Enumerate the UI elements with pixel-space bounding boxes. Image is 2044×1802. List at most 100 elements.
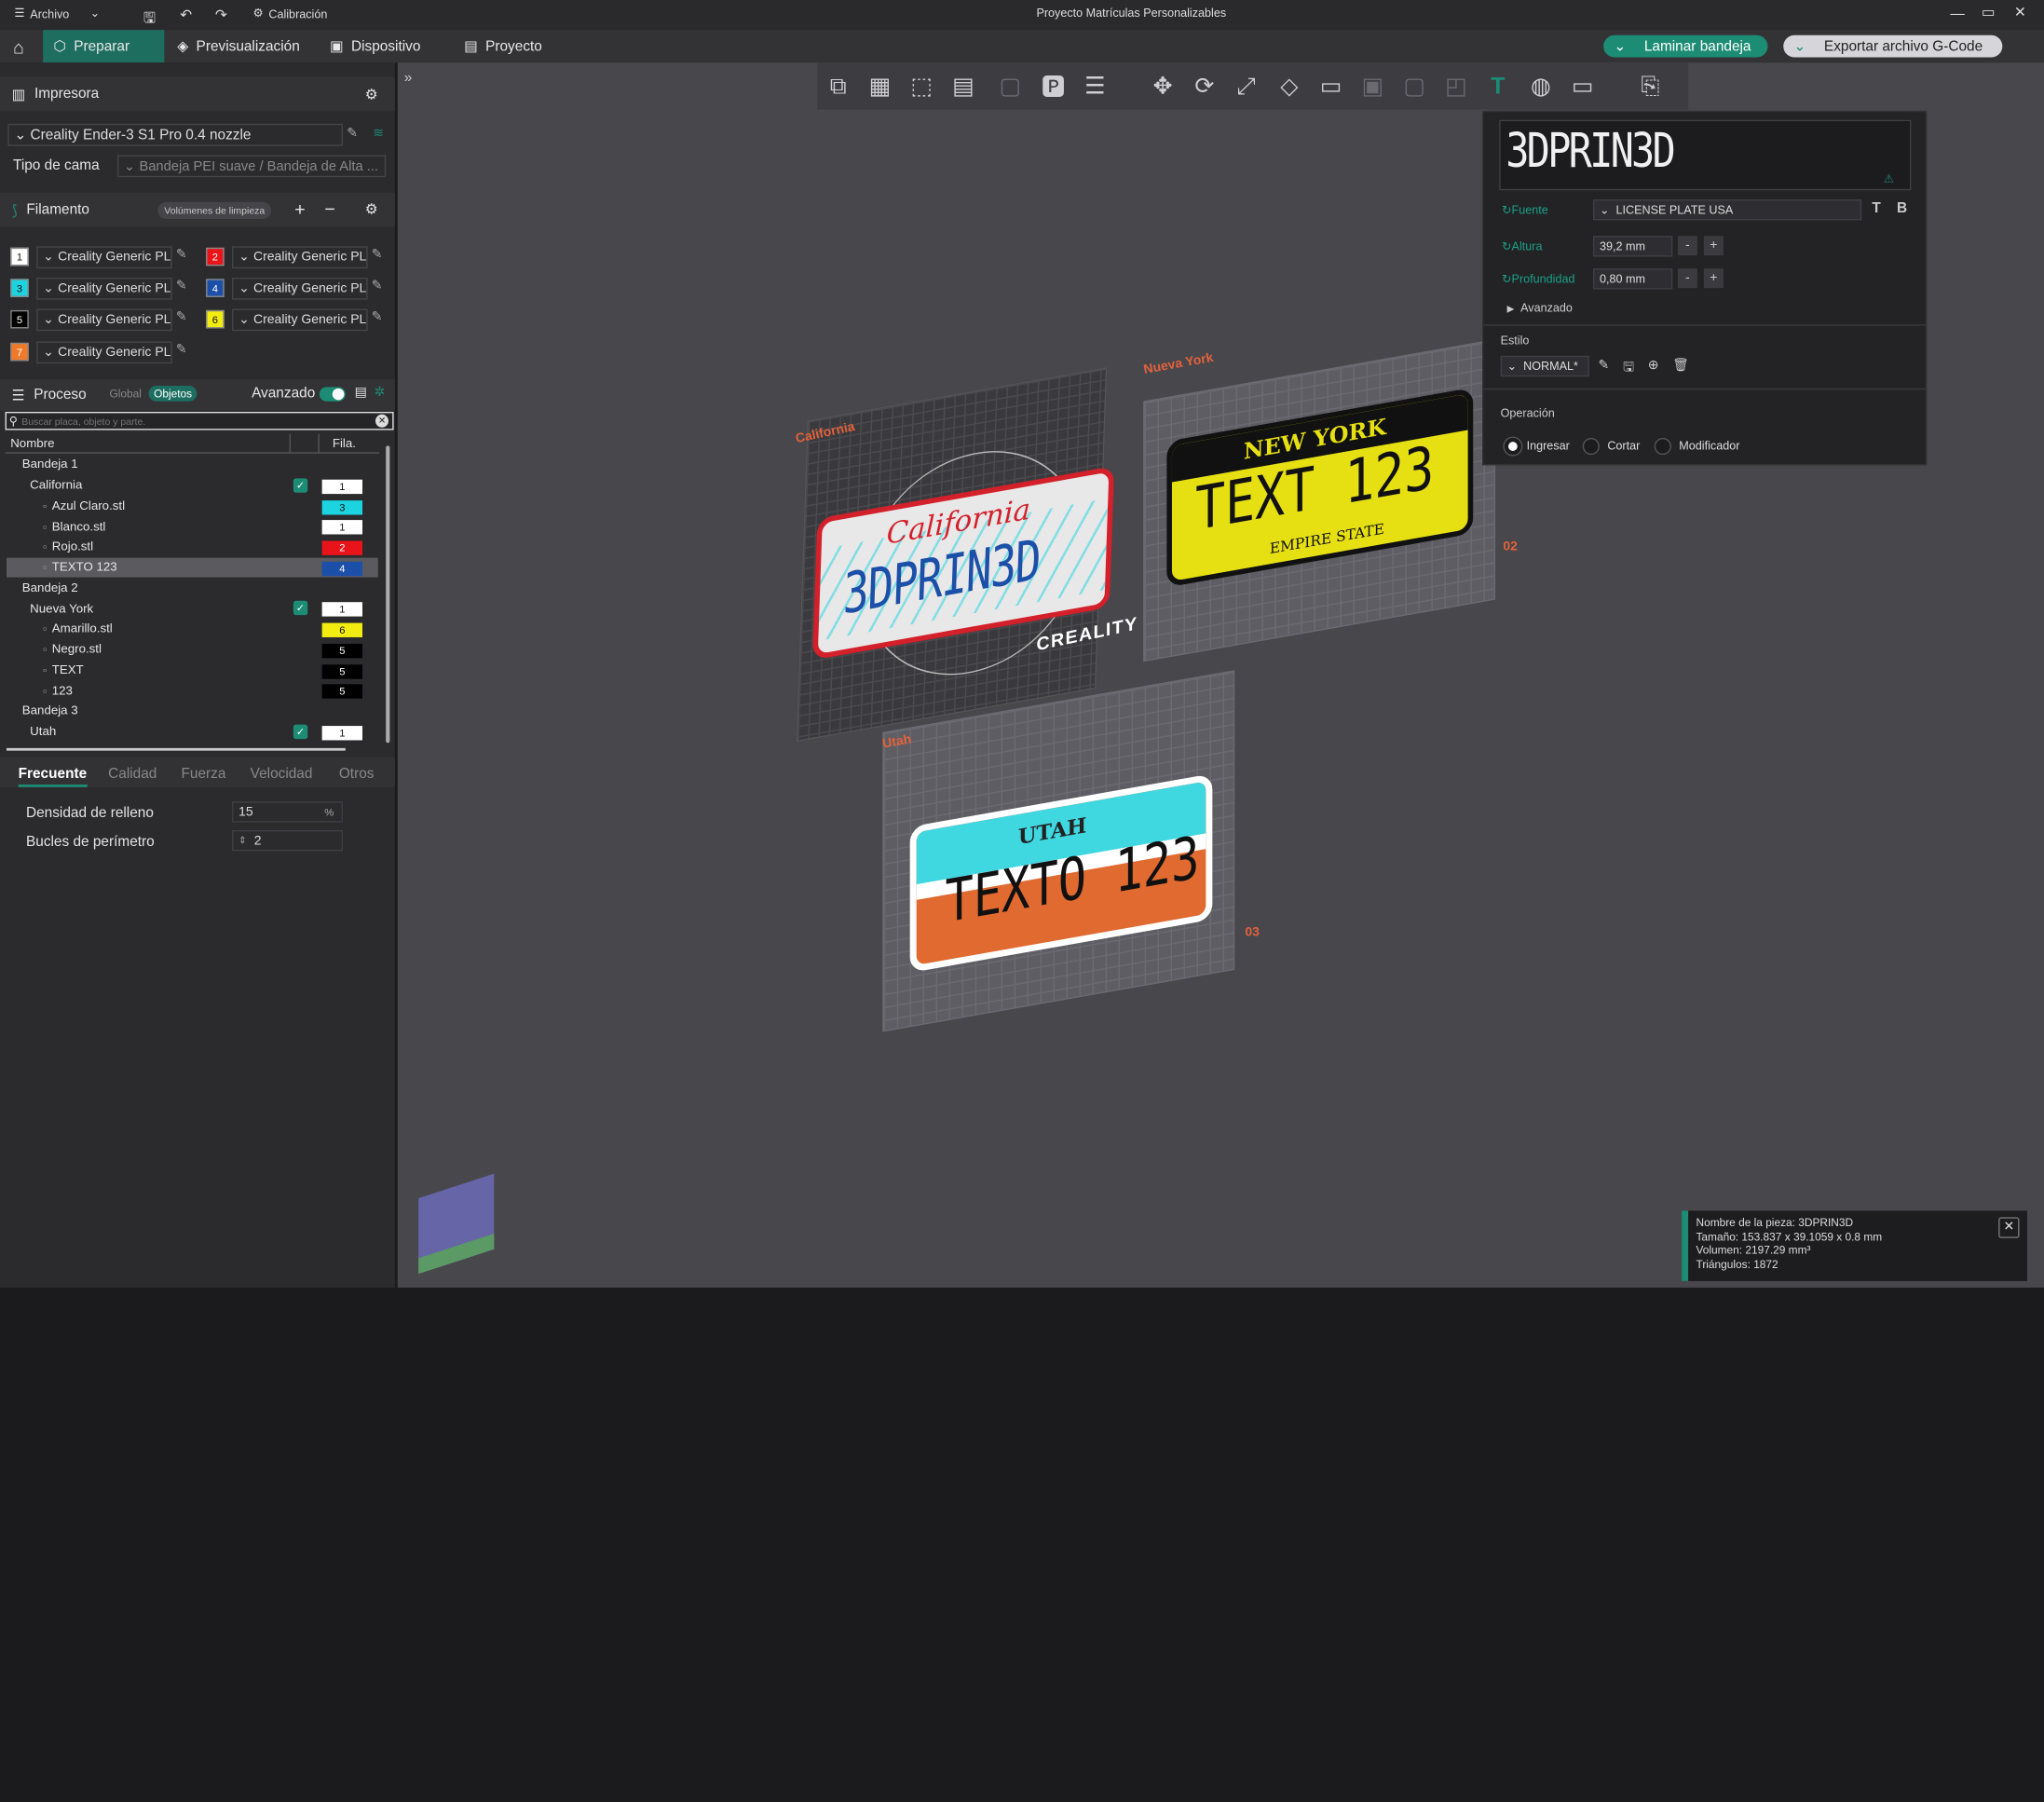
filament-chip[interactable]: 5 <box>321 643 363 658</box>
advanced-switch[interactable] <box>319 387 346 402</box>
filament-slot-4-select[interactable]: ⌄ Creality Generic PLA <box>232 277 368 300</box>
infill-density-field[interactable]: 15% <box>232 801 344 823</box>
filament-chip[interactable]: 5 <box>321 684 363 700</box>
seam-icon[interactable]: ▣ <box>1356 69 1389 102</box>
gear-icon[interactable]: ⚙ <box>365 200 378 218</box>
minimize-icon[interactable]: — <box>1950 7 1964 22</box>
assembly-icon[interactable]: ⎘ <box>1633 69 1667 102</box>
filament-chip[interactable]: 2 <box>321 540 363 555</box>
view-cube[interactable] <box>418 1173 495 1275</box>
visible-check-icon[interactable]: ✓ <box>293 477 308 493</box>
tab-preview[interactable]: ◈ Previsualización <box>167 30 310 62</box>
tab-frequent[interactable]: Frecuente <box>18 766 88 787</box>
tab-prepare[interactable]: ⬡ Preparar <box>43 30 165 63</box>
save-style-icon[interactable]: 🖫 <box>1623 359 1634 381</box>
text-editor[interactable]: 3DPRIN3D ⚠ <box>1499 119 1912 191</box>
cut-icon[interactable]: ◇ <box>1273 69 1306 102</box>
operation-modifier-radio[interactable] <box>1654 437 1671 456</box>
edit-filament-icon[interactable]: ✎ <box>372 248 383 262</box>
wifi-icon[interactable]: ≋ <box>373 127 384 141</box>
filament-chip[interactable]: 1 <box>321 520 363 535</box>
undo-icon[interactable]: ↶ <box>180 7 192 23</box>
search-input[interactable] <box>21 415 361 428</box>
edit-icon[interactable]: ✎ <box>347 127 358 141</box>
height-increment-button[interactable]: + <box>1703 236 1724 256</box>
calibration-menu[interactable]: ⚙ Calibración <box>252 7 327 20</box>
text-icon[interactable]: T <box>1481 69 1515 102</box>
height-field[interactable]: 39,2 mm <box>1592 236 1673 257</box>
tree-row[interactable]: Bandeja 3 <box>7 702 378 722</box>
filament-slot-3-select[interactable]: ⌄ Creality Generic PLA <box>36 277 172 300</box>
move-icon[interactable]: ✥ <box>1146 69 1179 102</box>
advanced-toggle[interactable]: ▶ Avanzado <box>1507 301 1573 314</box>
split-icon[interactable]: ▢ <box>993 69 1027 102</box>
file-menu[interactable]: ☰ Archivo ⌄ <box>14 7 100 20</box>
tree-row[interactable]: Bandeja 2 <box>7 578 378 598</box>
filament-slot-7-select[interactable]: ⌄ Creality Generic PLA <box>36 341 172 364</box>
depth-decrement-button[interactable]: - <box>1677 268 1697 289</box>
reset-icon[interactable]: ↻ <box>1502 239 1512 253</box>
add-icon[interactable]: + <box>294 198 305 219</box>
orient-icon[interactable]: ⬚ <box>905 69 938 102</box>
font-italic-icon[interactable]: T <box>1872 200 1880 216</box>
filament-slot-5-badge[interactable]: 5 <box>10 309 29 329</box>
filament-slot-5-select[interactable]: ⌄ Creality Generic PLA <box>36 308 172 332</box>
edit-style-icon[interactable]: ✎ <box>1599 359 1610 373</box>
add-style-icon[interactable]: ⊕ <box>1648 359 1659 373</box>
edit-filament-icon[interactable]: ✎ <box>176 248 187 262</box>
edit-filament-icon[interactable]: ✎ <box>176 310 187 324</box>
filament-chip[interactable]: 5 <box>321 663 363 679</box>
remove-icon[interactable]: − <box>324 198 334 219</box>
add-object-icon[interactable]: ⧉ <box>822 69 855 102</box>
tab-others[interactable]: Otros <box>339 766 375 782</box>
home-icon[interactable]: ⌂ <box>3 30 34 62</box>
measure-icon[interactable]: ◰ <box>1439 69 1473 102</box>
gear-icon[interactable]: ⚙ <box>365 86 378 102</box>
edit-filament-icon[interactable]: ✎ <box>176 279 187 293</box>
tree-hscrollbar[interactable] <box>6 747 346 751</box>
reset-icon[interactable]: ↻ <box>1502 272 1512 285</box>
tab-project[interactable]: ▤ Proyecto <box>454 30 552 62</box>
visible-check-icon[interactable]: ✓ <box>293 724 308 739</box>
edit-filament-icon[interactable]: ✎ <box>372 310 383 324</box>
filament-slot-3-badge[interactable]: 3 <box>10 279 29 297</box>
edit-filament-icon[interactable]: ✎ <box>176 343 187 357</box>
filament-slot-1-select[interactable]: ⌄ Creality Generic PLA <box>36 246 172 269</box>
maximize-icon[interactable]: ▭ <box>1982 4 1996 21</box>
scale-icon[interactable]: ⤢ <box>1230 69 1263 102</box>
filament-chip[interactable]: 3 <box>321 499 363 514</box>
filament-chip[interactable]: 1 <box>321 479 363 494</box>
settings-icon[interactable]: ✲ <box>375 386 386 400</box>
save-icon[interactable]: 🖫 <box>143 7 156 32</box>
edit-filament-icon[interactable]: ✎ <box>372 279 383 293</box>
depth-increment-button[interactable]: + <box>1703 268 1724 289</box>
global-toggle[interactable]: Global <box>110 387 142 400</box>
list-icon[interactable]: ▤ <box>355 386 367 400</box>
tab-device[interactable]: ▣ Dispositivo <box>320 30 431 62</box>
tree-row[interactable]: Bandeja 1 <box>7 455 378 475</box>
bed-type-select[interactable]: ⌄ Bandeja PEI suave / Bandeja de Alta ... <box>116 155 387 178</box>
collapse-sidebar-icon[interactable]: » <box>404 71 413 87</box>
arrange-icon[interactable]: ▤ <box>947 69 980 102</box>
filament-chip[interactable]: 1 <box>321 725 363 741</box>
support-icon[interactable]: ▭ <box>1314 69 1347 102</box>
slice-button[interactable]: ⌄ Laminar bandeja <box>1603 34 1768 58</box>
operation-cut-radio[interactable] <box>1582 437 1600 456</box>
filament-chip[interactable]: 4 <box>321 561 363 576</box>
filament-slot-2-badge[interactable]: 2 <box>206 247 225 266</box>
tab-speed[interactable]: Velocidad <box>251 766 313 782</box>
object-search[interactable]: ⚲ ✕ <box>5 411 394 430</box>
filament-slot-6-badge[interactable]: 6 <box>206 309 225 329</box>
operation-join-radio[interactable] <box>1504 437 1521 456</box>
rotate-icon[interactable]: ⟳ <box>1188 69 1221 102</box>
layers-icon[interactable]: ☰ <box>1078 69 1111 102</box>
filament-slot-2-select[interactable]: ⌄ Creality Generic PLA <box>232 246 368 269</box>
paint-icon[interactable]: ◍ <box>1524 69 1558 102</box>
stepper-arrows-icon[interactable]: ⇕ <box>238 836 246 846</box>
objects-toggle[interactable]: Objetos <box>148 386 198 402</box>
depth-field[interactable]: 0,80 mm <box>1592 268 1673 290</box>
plate-icon[interactable]: 🅿 <box>1036 69 1070 102</box>
filament-slot-7-badge[interactable]: 7 <box>10 342 29 362</box>
close-info-icon[interactable]: ✕ <box>1998 1217 2020 1238</box>
style-select[interactable]: ⌄ NORMAL* <box>1500 355 1589 377</box>
